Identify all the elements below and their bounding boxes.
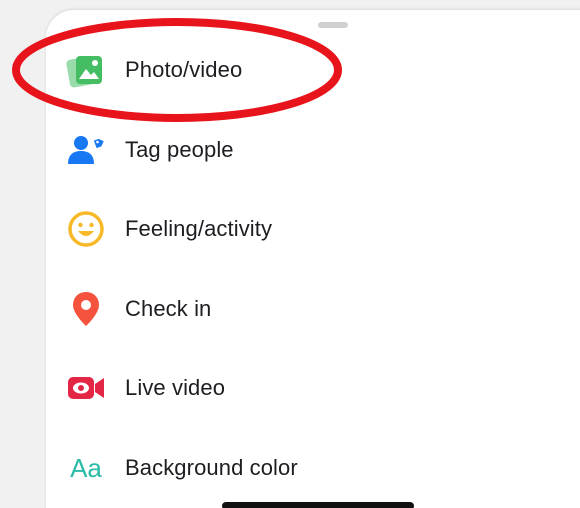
menu-item-label: Tag people	[125, 137, 234, 162]
background-color-glyph: Aa	[70, 452, 102, 483]
menu-item-background-color[interactable]: Aa Background color	[0, 438, 580, 498]
tag-people-icon	[66, 130, 106, 170]
menu-item-label: Feeling/activity	[125, 216, 273, 241]
post-options-menu: Photo/video Tag people Feeling/activity …	[0, 0, 580, 508]
background-color-icon: Aa	[64, 448, 108, 488]
menu-item-feeling-activity[interactable]: Feeling/activity	[0, 199, 580, 259]
photo-video-icon	[66, 50, 106, 90]
menu-item-check-in[interactable]: Check in	[0, 279, 580, 339]
feeling-activity-icon	[66, 209, 106, 249]
check-in-icon	[66, 289, 106, 329]
home-indicator	[222, 502, 414, 508]
menu-item-label: Background color	[125, 455, 298, 480]
menu-item-live-video[interactable]: Live video	[0, 358, 580, 418]
menu-item-label: Live video	[125, 375, 226, 400]
live-video-icon	[66, 368, 106, 408]
menu-item-tag-people[interactable]: Tag people	[0, 120, 580, 180]
menu-item-photo-video[interactable]: Photo/video	[0, 40, 580, 100]
menu-item-label: Check in	[125, 296, 212, 321]
screen: Photo/video Tag people Feeling/activity …	[0, 0, 580, 508]
menu-item-label: Photo/video	[125, 57, 243, 82]
